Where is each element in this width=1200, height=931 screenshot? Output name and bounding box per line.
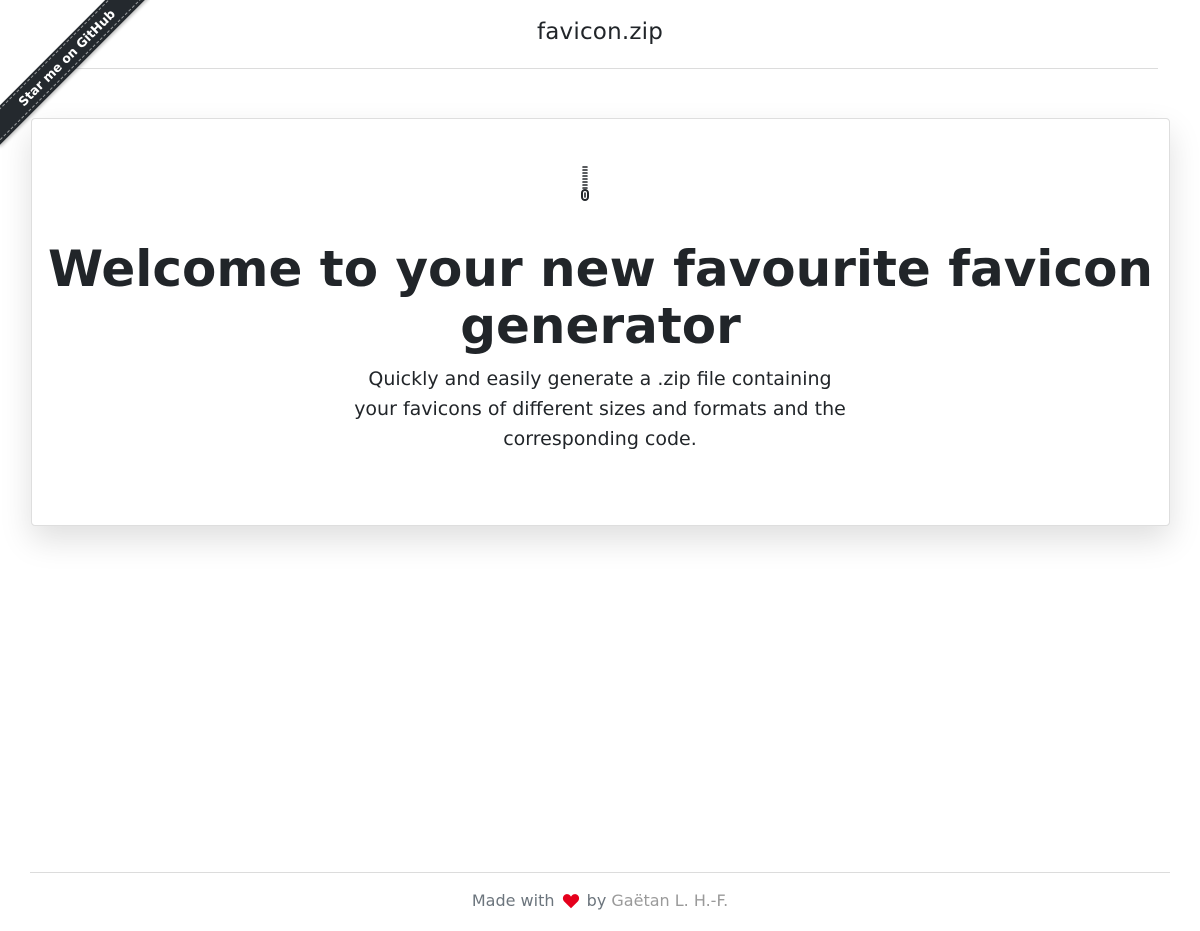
github-star-ribbon[interactable]: Star me on GitHub bbox=[0, 0, 150, 146]
site-footer: Made with by Gaëtan L. H.-F. bbox=[30, 872, 1170, 931]
hero-headline: Welcome to your new favourite favicon ge… bbox=[47, 240, 1154, 355]
github-ribbon-container: Star me on GitHub bbox=[0, 0, 150, 150]
footer-credit: Made with by Gaëtan L. H.-F. bbox=[472, 891, 728, 910]
hero-card: Welcome to your new favourite favicon ge… bbox=[31, 118, 1170, 526]
brand-link[interactable]: favicon.zip bbox=[537, 19, 663, 45]
site-header: favicon.zip bbox=[42, 0, 1158, 69]
made-with-text: Made with bbox=[471, 891, 555, 910]
author-link[interactable]: Gaëtan L. H.-F. bbox=[611, 891, 728, 910]
zipper-icon bbox=[576, 165, 594, 203]
hero-tagline: Quickly and easily generate a .zip file … bbox=[354, 368, 846, 450]
heart-icon bbox=[562, 893, 580, 909]
by-text: by bbox=[586, 891, 607, 910]
